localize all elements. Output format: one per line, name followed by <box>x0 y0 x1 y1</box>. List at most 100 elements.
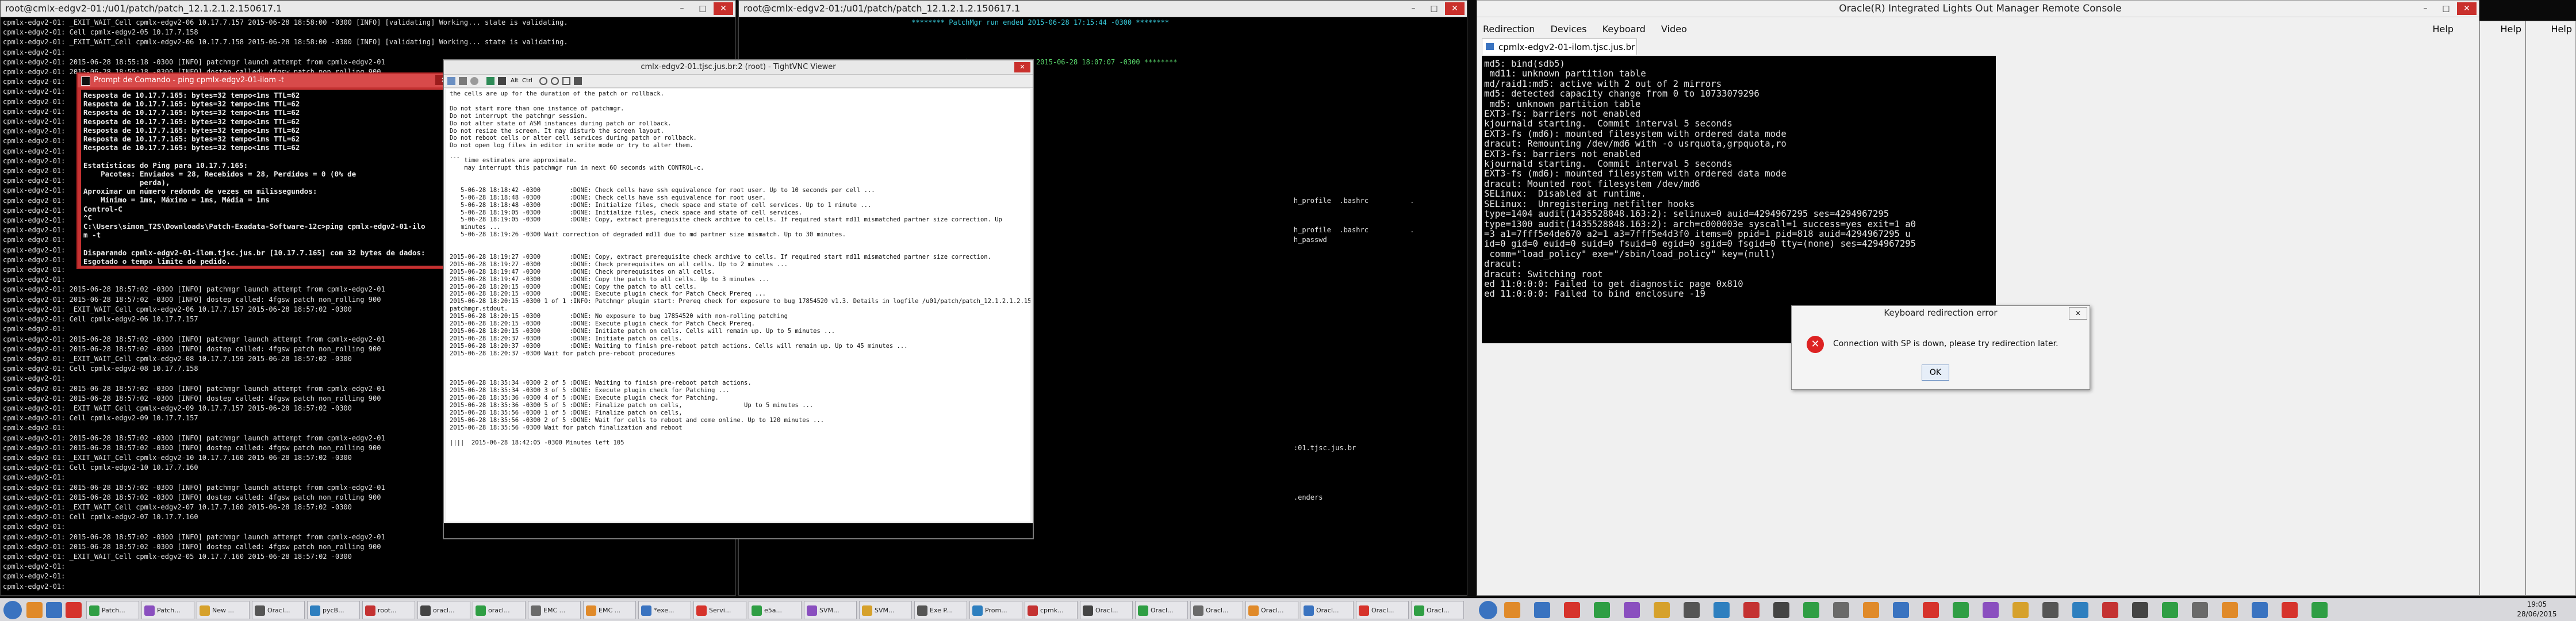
start-button[interactable] <box>3 601 22 619</box>
minimize-button[interactable]: – <box>1404 2 1423 15</box>
alt-key-button[interactable]: Alt <box>511 76 519 86</box>
ctrl-key-button[interactable]: Ctrl <box>522 76 532 86</box>
taskbar-button[interactable]: Patch... <box>86 601 139 619</box>
menu-help[interactable]: Help <box>2501 24 2521 34</box>
ping-titlebar[interactable]: Prompt de Comando - ping cpmlx-edgv2-01-… <box>78 74 456 87</box>
pinned-app-icon[interactable] <box>2132 602 2148 618</box>
pinned-app-icon[interactable] <box>1654 602 1670 618</box>
ping-command-window[interactable]: Prompt de Comando - ping cpmlx-edgv2-01-… <box>76 72 457 269</box>
taskbar-button[interactable]: Oracl... <box>1356 601 1409 619</box>
menu-devices[interactable]: Devices <box>1550 24 1586 34</box>
dialog-titlebar[interactable]: Keyboard redirection error ✕ <box>1792 306 2090 320</box>
pinned-app-icon[interactable] <box>26 602 43 618</box>
new-connection-icon[interactable] <box>447 77 455 85</box>
taskbar-button[interactable]: root... <box>362 601 415 619</box>
pinned-app-icon[interactable] <box>1863 602 1879 618</box>
close-button[interactable]: ✕ <box>1445 2 1465 15</box>
minimize-button[interactable]: – <box>2416 2 2435 15</box>
pinned-app-icon[interactable] <box>2252 602 2268 618</box>
pinned-app-icon[interactable] <box>2192 602 2208 618</box>
menu-video[interactable]: Video <box>1661 24 1687 34</box>
menu-keyboard[interactable]: Keyboard <box>1603 24 1646 34</box>
pinned-app-icon[interactable] <box>2282 602 2298 618</box>
fullscreen-icon[interactable] <box>574 77 582 85</box>
taskbar-button[interactable]: Patch... <box>141 601 194 619</box>
ilom-console-window[interactable]: Oracle(R) Integrated Lights Out Manager … <box>1477 0 2479 596</box>
clock-time[interactable]: 19:05 <box>2502 600 2571 610</box>
zoom-out-icon[interactable] <box>551 77 559 85</box>
pinned-app-icon[interactable] <box>1713 602 1730 618</box>
pinned-app-icon[interactable] <box>1743 602 1759 618</box>
maximize-button[interactable]: □ <box>1424 2 1444 15</box>
taskbar-button[interactable]: oracl... <box>417 601 470 619</box>
pinned-app-icon[interactable] <box>1773 602 1789 618</box>
pinned-app-icon[interactable] <box>1534 602 1550 618</box>
taskbar-button[interactable]: EMC ... <box>528 601 581 619</box>
start-button-secondary[interactable] <box>1479 601 1497 619</box>
ilom-console-screen[interactable]: md5: bind(sdb5) md11: unknown partition … <box>1482 56 1996 343</box>
close-button[interactable]: ✕ <box>2457 2 2477 15</box>
keyboard-error-dialog[interactable]: Keyboard redirection error ✕ ✕ Connectio… <box>1791 305 2090 390</box>
pinned-app-icon[interactable] <box>2312 602 2328 618</box>
pinned-app-icon[interactable] <box>2042 602 2058 618</box>
taskbar-button[interactable]: *exe... <box>638 601 691 619</box>
minimize-button[interactable]: – <box>672 2 692 15</box>
close-button[interactable]: ✕ <box>714 2 733 15</box>
ping-output[interactable]: Resposta de 10.17.7.165: bytes=32 tempo<… <box>81 90 443 266</box>
ctrl-alt-del-icon[interactable] <box>498 77 506 85</box>
taskbar-button[interactable]: SVM... <box>804 601 857 619</box>
save-icon[interactable] <box>459 77 467 85</box>
taskbar-button[interactable]: Servi... <box>693 601 746 619</box>
taskbar-button[interactable]: Oracl... <box>252 601 305 619</box>
options-icon[interactable] <box>470 77 478 85</box>
pinned-app-icon[interactable] <box>1684 602 1700 618</box>
pinned-app-icon[interactable] <box>1803 602 1819 618</box>
close-icon[interactable]: ✕ <box>1014 62 1030 72</box>
pinned-app-icon[interactable] <box>46 602 62 618</box>
pinned-app-icon[interactable] <box>1833 602 1849 618</box>
refresh-icon[interactable] <box>486 77 494 85</box>
taskbar-button[interactable]: New ... <box>197 601 250 619</box>
ilom-tab[interactable]: cpmlx-edgv2-01-ilom.tjsc.jus.br <box>1482 39 1637 55</box>
right-mini-window-2[interactable]: Help <box>2525 21 2576 596</box>
taskbar-button[interactable]: Oracl... <box>1190 601 1243 619</box>
pinned-app-icon[interactable] <box>2222 602 2238 618</box>
pinned-app-icon[interactable] <box>2102 602 2118 618</box>
pinned-app-icon[interactable] <box>1594 602 1610 618</box>
taskbar-button[interactable]: Oracl... <box>1135 601 1188 619</box>
taskbar-button[interactable]: e5a... <box>749 601 802 619</box>
pinned-app-icon[interactable] <box>1953 602 1969 618</box>
taskbar-button[interactable]: SVM... <box>859 601 912 619</box>
vnc-viewer-window[interactable]: cmlx-edgv2-01.tjsc.jus.br:2 (root) - Tig… <box>443 59 1034 539</box>
pinned-app-icon[interactable] <box>1504 602 1520 618</box>
maximize-button[interactable]: □ <box>2436 2 2456 15</box>
ilom-titlebar[interactable]: Oracle(R) Integrated Lights Out Manager … <box>1477 1 2479 17</box>
taskbar-button[interactable]: Prom... <box>969 601 1022 619</box>
pinned-app-icon[interactable] <box>1983 602 1999 618</box>
taskbar-button[interactable]: Exe P... <box>914 601 967 619</box>
taskbar-button[interactable]: pycB... <box>307 601 360 619</box>
maximize-button[interactable]: □ <box>693 2 712 15</box>
pinned-app-icon[interactable] <box>1893 602 1909 618</box>
zoom-in-icon[interactable] <box>539 77 547 85</box>
pinned-app-icon[interactable] <box>2072 602 2088 618</box>
pinned-app-icon[interactable] <box>1923 602 1939 618</box>
zoom-fit-icon[interactable] <box>562 77 570 85</box>
menu-help[interactable]: Help <box>2551 24 2572 34</box>
left-terminal-titlebar[interactable]: root@cmlx-edgv2-01:/u01/patch/patch_12.1… <box>1 1 735 17</box>
taskbar-button[interactable]: Oracl... <box>1080 601 1133 619</box>
taskbar-button[interactable]: oracl... <box>473 601 526 619</box>
clock-date[interactable]: 28/06/2015 <box>2502 610 2571 619</box>
middle-terminal-titlebar[interactable]: root@cmlx-edgv2-01:/u01/patch/patch_12.1… <box>739 1 1467 17</box>
vnc-remote-screen[interactable]: the cells are up for the duration of the… <box>446 89 1030 522</box>
menu-help[interactable]: Help <box>2433 24 2454 34</box>
vnc-titlebar[interactable]: cmlx-edgv2-01.tjsc.jus.br:2 (root) - Tig… <box>444 60 1033 75</box>
ok-button[interactable]: OK <box>1922 365 1949 381</box>
taskbar-button[interactable]: Oracl... <box>1245 601 1298 619</box>
menu-redirection[interactable]: Redirection <box>1483 24 1535 34</box>
pinned-app-icon[interactable] <box>1564 602 1580 618</box>
pinned-app-icon[interactable] <box>2012 602 2029 618</box>
pinned-app-icon[interactable] <box>66 602 82 618</box>
taskbar-button[interactable]: EMC ... <box>583 601 636 619</box>
taskbar-button[interactable]: cpmk... <box>1025 601 1078 619</box>
